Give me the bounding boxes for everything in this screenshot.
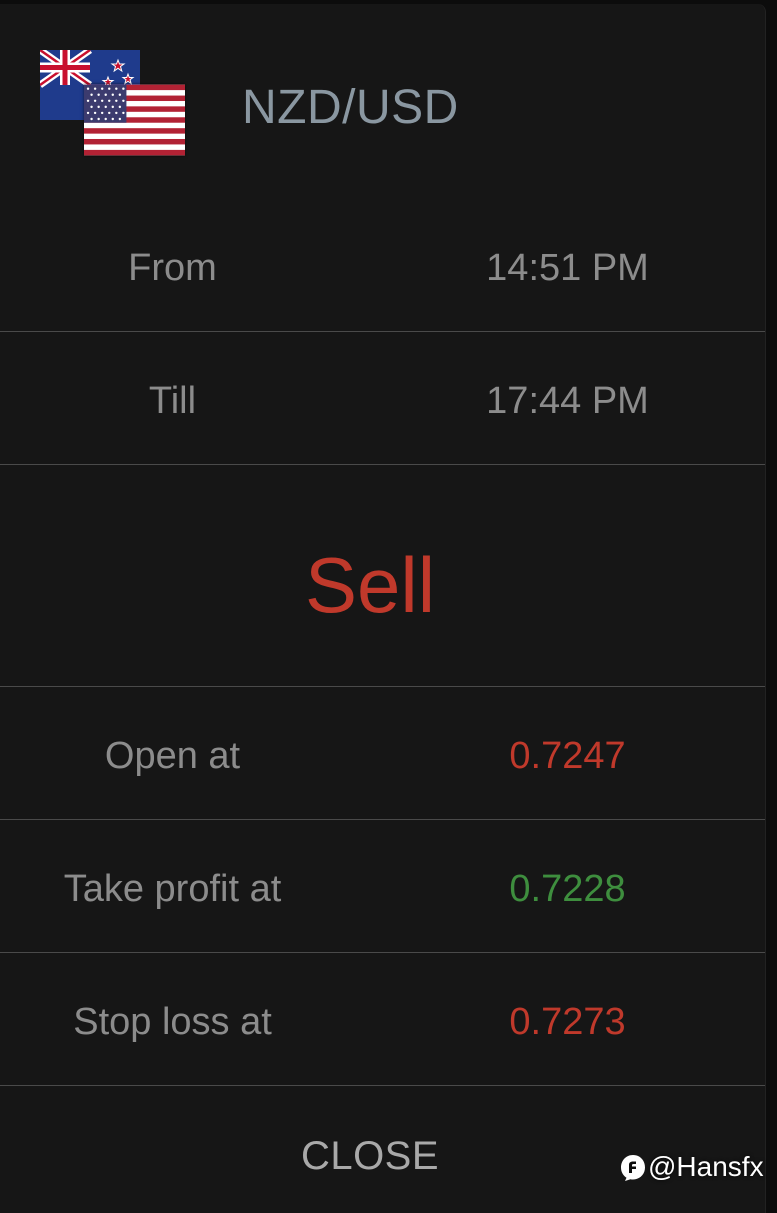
from-time-value: 14:51 PM	[486, 247, 649, 289]
till-time-row: Till 17:44 PM	[0, 332, 765, 465]
take-profit-value: 0.7228	[509, 868, 626, 910]
signal-action: Sell	[304, 541, 436, 629]
close-button[interactable]: CLOSE	[0, 1086, 765, 1213]
signal-header: NZD/USD	[0, 4, 765, 194]
currency-flags	[40, 50, 186, 162]
currency-pair-title: NZD/USD	[242, 81, 459, 134]
till-time-value: 17:44 PM	[486, 380, 649, 422]
platform-logo-icon	[621, 1155, 645, 1181]
signal-card: NZD/USD From 14:51 PM Till 17:44 PM Sell…	[0, 4, 766, 1213]
stop-loss-label: Stop loss at	[73, 1001, 272, 1043]
from-label: From	[128, 247, 217, 289]
us-flag-icon	[84, 84, 185, 156]
open-price-value: 0.7247	[509, 735, 626, 777]
stop-loss-row: Stop loss at 0.7273	[0, 953, 765, 1086]
open-price-row: Open at 0.7247	[0, 687, 765, 820]
watermark-text: @Hansfx	[648, 1151, 764, 1182]
take-profit-row: Take profit at 0.7228	[0, 820, 765, 953]
till-label: Till	[148, 380, 197, 422]
stop-loss-value: 0.7273	[509, 1001, 626, 1043]
open-at-label: Open at	[104, 735, 241, 777]
from-time-row: From 14:51 PM	[0, 199, 765, 332]
take-profit-label: Take profit at	[63, 868, 282, 910]
